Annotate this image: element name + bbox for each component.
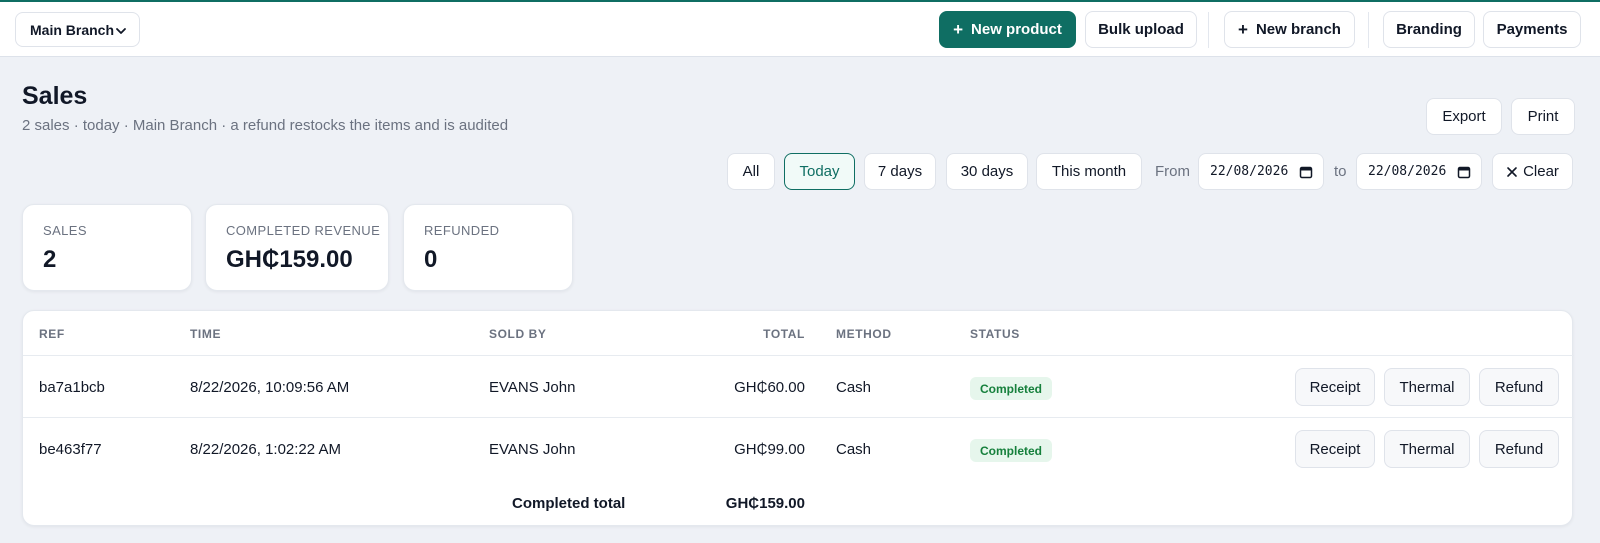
clear-label: Clear	[1523, 163, 1559, 180]
refund-label: Refund	[1494, 378, 1544, 396]
cell-sold-by: EVANS John	[489, 379, 576, 396]
to-date-value: 22/08/2026	[1368, 164, 1447, 179]
export-label: Export	[1442, 108, 1486, 125]
filter-7-days-button[interactable]: 7 days	[864, 153, 936, 190]
branch-select[interactable]: Main Branch	[15, 12, 140, 47]
bulk-upload-label: Bulk upload	[1098, 21, 1184, 38]
toolbar-divider	[1208, 12, 1209, 48]
completed-total-value: GH₵159.00	[725, 495, 805, 512]
cell-sold-by: EVANS John	[489, 441, 576, 458]
thermal-label: Thermal	[1399, 378, 1455, 396]
cell-method: Cash	[836, 379, 872, 396]
chevron-down-icon	[116, 28, 126, 34]
cell-method: Cash	[836, 441, 872, 458]
stat-label: SALES	[43, 223, 87, 238]
filter-30-days-label: 30 days	[960, 163, 1014, 180]
column-header-time: TIME	[190, 327, 222, 341]
stat-card-refunded: REFUNDED 0	[403, 204, 573, 291]
receipt-button[interactable]: Receipt	[1295, 368, 1375, 406]
stat-label: COMPLETED REVENUE	[226, 223, 381, 238]
calendar-icon[interactable]	[1299, 165, 1313, 179]
receipt-button[interactable]: Receipt	[1295, 430, 1375, 468]
from-date-value: 22/08/2026	[1210, 164, 1289, 179]
sales-table: REF TIME SOLD BY TOTAL METHOD STATUS ba7…	[22, 310, 1574, 526]
new-product-button[interactable]: + New product	[939, 11, 1076, 48]
stat-label: REFUNDED	[424, 223, 500, 238]
to-label: to	[1334, 163, 1347, 180]
cell-time: 8/22/2026, 10:09:56 AM	[190, 379, 350, 396]
status-badge: Completed	[970, 439, 1053, 462]
plus-icon: +	[1238, 20, 1248, 39]
receipt-label: Receipt	[1309, 378, 1361, 396]
cell-total: GH₵60.00	[734, 379, 805, 396]
plus-icon: +	[953, 20, 964, 39]
row-divider	[23, 417, 1574, 418]
new-branch-label: New branch	[1255, 21, 1341, 38]
page-title: Sales	[22, 82, 88, 110]
stat-card-sales: SALES 2	[22, 204, 192, 291]
filter-this-month-button[interactable]: This month	[1036, 153, 1142, 190]
stat-value: 2	[43, 246, 57, 273]
thermal-button[interactable]: Thermal	[1384, 368, 1470, 406]
top-bar: Main Branch + New product Bulk upload + …	[0, 0, 1600, 57]
from-label: From	[1155, 163, 1190, 180]
cell-ref: be463f77	[39, 441, 102, 458]
column-header-sold-by: SOLD BY	[489, 327, 547, 341]
filter-7-days-label: 7 days	[877, 163, 923, 180]
calendar-icon[interactable]	[1457, 165, 1471, 179]
filter-all-label: All	[742, 163, 760, 180]
refund-button[interactable]: Refund	[1479, 368, 1559, 406]
header-divider	[23, 355, 1574, 356]
cell-time: 8/22/2026, 1:02:22 AM	[190, 441, 341, 458]
new-product-label: New product	[971, 21, 1062, 38]
print-label: Print	[1527, 108, 1559, 125]
refund-label: Refund	[1494, 440, 1544, 458]
branding-label: Branding	[1396, 21, 1462, 38]
column-header-total: TOTAL	[763, 327, 805, 341]
clear-button[interactable]: Clear	[1492, 153, 1573, 190]
status-badge: Completed	[970, 377, 1053, 400]
from-date-input[interactable]: 22/08/2026	[1198, 153, 1324, 190]
receipt-label: Receipt	[1309, 440, 1361, 458]
to-date-input[interactable]: 22/08/2026	[1356, 153, 1482, 190]
cell-ref: ba7a1bcb	[39, 379, 105, 396]
branch-select-label: Main Branch	[30, 21, 115, 38]
filter-today-button[interactable]: Today	[784, 153, 855, 190]
payments-label: Payments	[1496, 21, 1568, 38]
stat-value: 0	[424, 246, 438, 273]
thermal-button[interactable]: Thermal	[1384, 430, 1470, 468]
payments-button[interactable]: Payments	[1483, 11, 1581, 48]
stat-value: GH₵159.00	[226, 246, 353, 273]
filter-this-month-label: This month	[1051, 163, 1127, 180]
bulk-upload-button[interactable]: Bulk upload	[1085, 11, 1197, 48]
branding-button[interactable]: Branding	[1383, 11, 1475, 48]
close-icon	[1507, 166, 1517, 177]
filter-all-button[interactable]: All	[727, 153, 775, 190]
export-button[interactable]: Export	[1426, 98, 1502, 135]
page-subtitle: 2 sales · today · Main Branch · a refund…	[22, 117, 509, 134]
column-header-status: STATUS	[970, 327, 1020, 341]
cell-total: GH₵99.00	[734, 441, 805, 458]
refund-button[interactable]: Refund	[1479, 430, 1559, 468]
filter-today-label: Today	[799, 163, 840, 180]
filter-30-days-button[interactable]: 30 days	[946, 153, 1028, 190]
toolbar-divider	[1368, 12, 1369, 48]
new-branch-button[interactable]: + New branch	[1224, 11, 1355, 48]
column-header-ref: REF	[39, 327, 65, 341]
print-button[interactable]: Print	[1511, 98, 1575, 135]
stat-card-completed-revenue: COMPLETED REVENUE GH₵159.00	[205, 204, 389, 291]
thermal-label: Thermal	[1399, 440, 1455, 458]
column-header-method: METHOD	[836, 327, 892, 341]
completed-total-label: Completed total	[512, 495, 626, 512]
